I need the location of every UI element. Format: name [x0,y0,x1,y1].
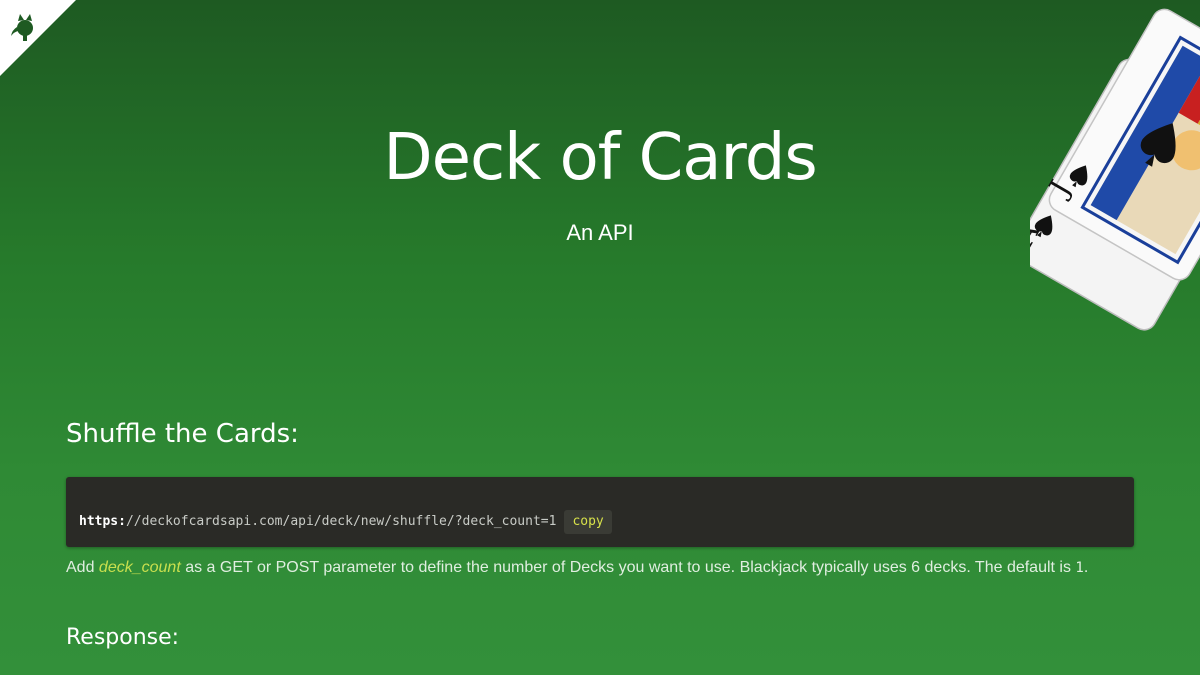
shuffle-description: Add deck_count as a GET or POST paramete… [66,555,1116,581]
url-protocol: https: [79,514,126,529]
copy-button[interactable]: copy [564,510,612,534]
shuffle-code-block: https://deckofcardsapi.com/api/deck/new/… [66,477,1134,547]
shuffle-url[interactable]: https://deckofcardsapi.com/api/deck/new/… [79,510,612,534]
page-title: Deck of Cards [383,121,817,195]
page-subtitle: An API [566,220,634,245]
desc-text-end: . [1083,559,1089,576]
shuffle-section-title: Shuffle the Cards: [66,419,299,449]
main-content: Shuffle the Cards: https://deckofcardsap… [66,415,1134,650]
octocat-icon [0,0,76,76]
hero: Deck of Cards An API [0,118,1200,246]
url-path: //deckofcardsapi.com/api/deck/new/shuffl… [125,514,557,529]
github-corner-link[interactable] [0,0,76,76]
desc-text-2: as a GET or POST parameter to define the… [180,559,1076,576]
default-value: 1 [1075,560,1084,576]
response-section-title: Response: [66,625,180,650]
desc-text-1: Add [66,559,99,576]
param-deck-count: deck_count [98,559,181,576]
